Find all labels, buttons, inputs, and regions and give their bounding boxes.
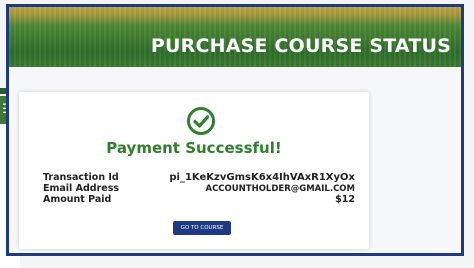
go-to-course-button[interactable]: GO TO COURSE: [173, 221, 231, 235]
content-area: Payment Successful! Transaction Id pi_1K…: [9, 67, 461, 253]
email-value: ACCOUNTHOLDER@GMAIL.COM: [205, 184, 355, 194]
purchase-status-window: PURCHASE COURSE STATUS Payment Successfu…: [6, 4, 464, 256]
email-label: Email Address: [43, 183, 120, 194]
payment-card: Payment Successful! Transaction Id pi_1K…: [19, 92, 369, 249]
success-message: Payment Successful!: [106, 139, 282, 157]
header-banner: PURCHASE COURSE STATUS: [9, 7, 461, 67]
transaction-id-label: Transaction Id: [43, 172, 119, 183]
check-circle-icon: [187, 107, 215, 135]
amount-value: $12: [335, 194, 355, 205]
transaction-id-value: pi_1KeKzvGmsK6x4IhVAxR1XyOx: [169, 172, 355, 183]
page-title: PURCHASE COURSE STATUS: [150, 35, 451, 57]
amount-label: Amount Paid: [43, 194, 112, 205]
